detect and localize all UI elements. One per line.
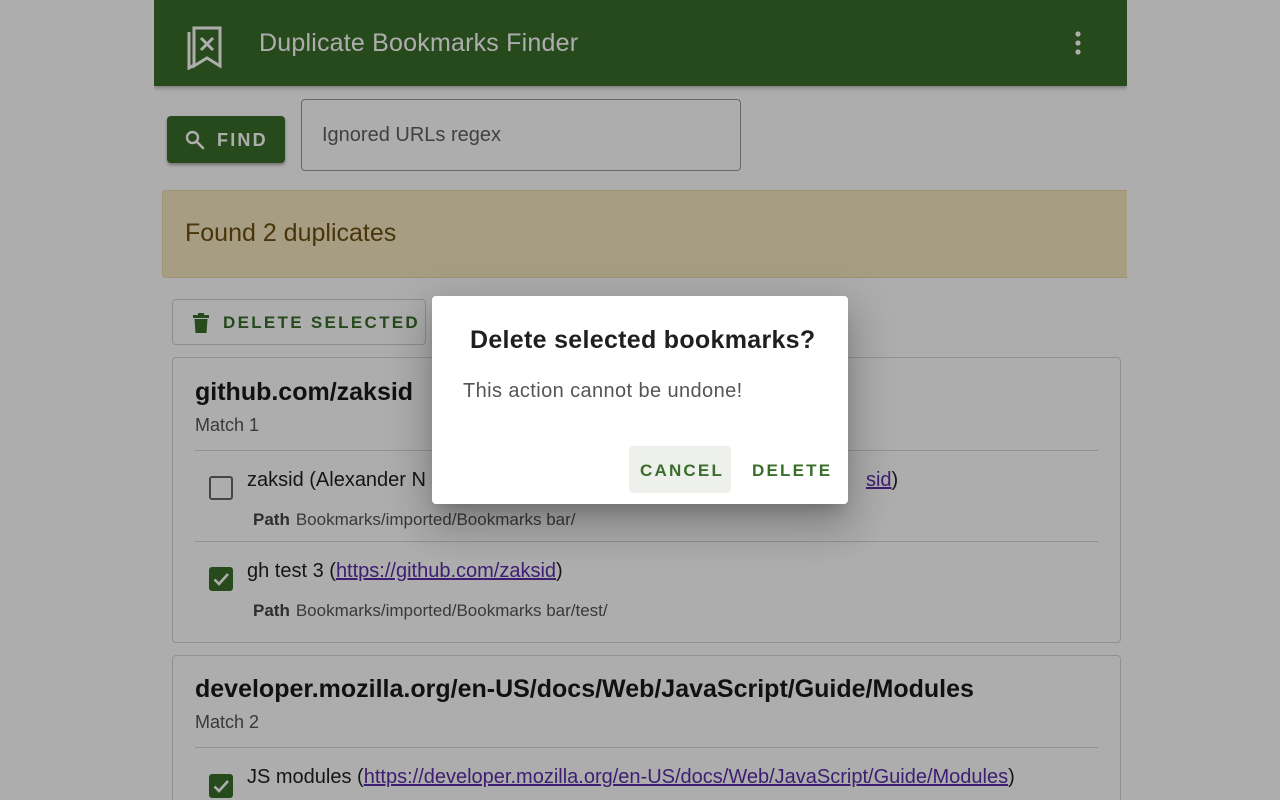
confirm-delete-dialog: Delete selected bookmarks? This action c… [432,296,848,504]
delete-button[interactable]: DELETE [738,446,840,493]
dialog-message: This action cannot be undone! [463,380,743,402]
delete-button-label: DELETE [752,461,833,480]
cancel-button-label: CANCEL [640,461,725,480]
cancel-button[interactable]: CANCEL [629,446,731,493]
dialog-title: Delete selected bookmarks? [470,326,816,354]
